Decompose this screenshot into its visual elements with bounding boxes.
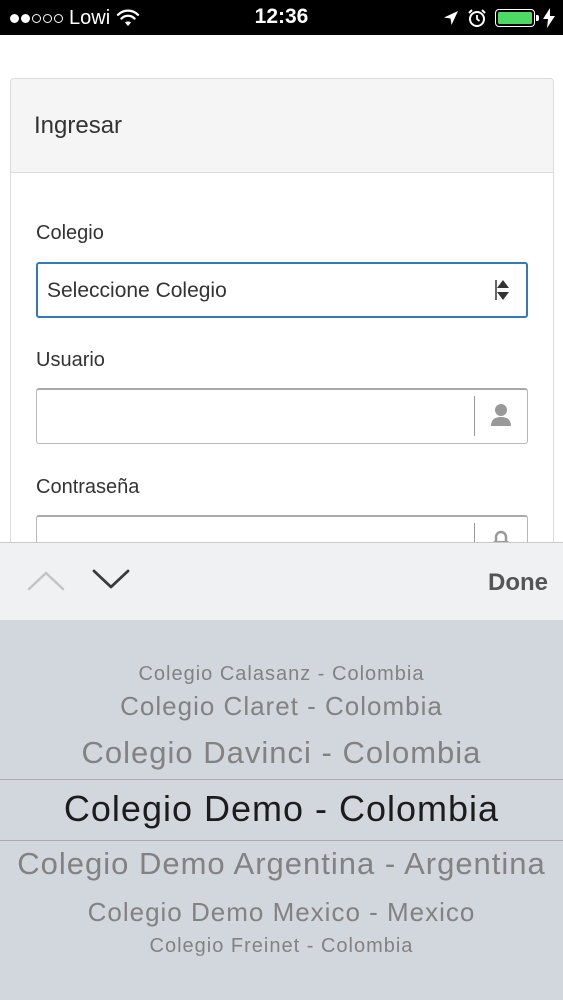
chevron-up-icon[interactable] (25, 565, 67, 595)
user-label: Usuario (36, 349, 105, 371)
picker-option-selected[interactable]: Colegio Demo - Colombia (0, 788, 563, 834)
card-title: Ingresar (34, 112, 123, 139)
person-icon (491, 404, 511, 426)
selection-indicator-bottom (0, 840, 563, 841)
password-label: Contraseña (36, 476, 140, 498)
school-select[interactable]: Seleccione Colegio (36, 262, 528, 318)
picker-option[interactable]: Colegio Davinci - Colombia (0, 735, 563, 775)
picker-option[interactable]: Colegio Freinet - Colombia (0, 935, 563, 961)
alarm-clock-icon (468, 9, 486, 27)
selection-indicator-top (0, 779, 563, 780)
picker-option[interactable]: Colegio Demo Argentina - Argentina (0, 846, 563, 886)
addon-separator (474, 396, 475, 436)
picker-option[interactable]: Colegio Claret - Colombia (0, 691, 563, 725)
up-down-arrows-icon (495, 280, 509, 300)
user-input[interactable] (36, 388, 528, 444)
school-label: Colegio (36, 222, 104, 244)
location-arrow-icon (444, 11, 458, 25)
picker-option[interactable]: Colegio Calasanz - Colombia (0, 663, 563, 689)
picker-option[interactable]: Colegio Demo Mexico - Mexico (0, 897, 563, 931)
school-select-value: Seleccione Colegio (47, 279, 227, 302)
done-button[interactable]: Done (488, 569, 548, 597)
charging-bolt-icon (543, 8, 555, 28)
chevron-down-icon[interactable] (90, 565, 132, 595)
status-right (443, 5, 555, 31)
status-bar: Lowi 12:36 (0, 0, 563, 35)
battery-icon (495, 9, 539, 27)
keyboard-accessory-bar: Done (0, 542, 563, 620)
school-picker-wheel[interactable]: Colegio Calasanz - Colombia Colegio Clar… (0, 620, 563, 1000)
